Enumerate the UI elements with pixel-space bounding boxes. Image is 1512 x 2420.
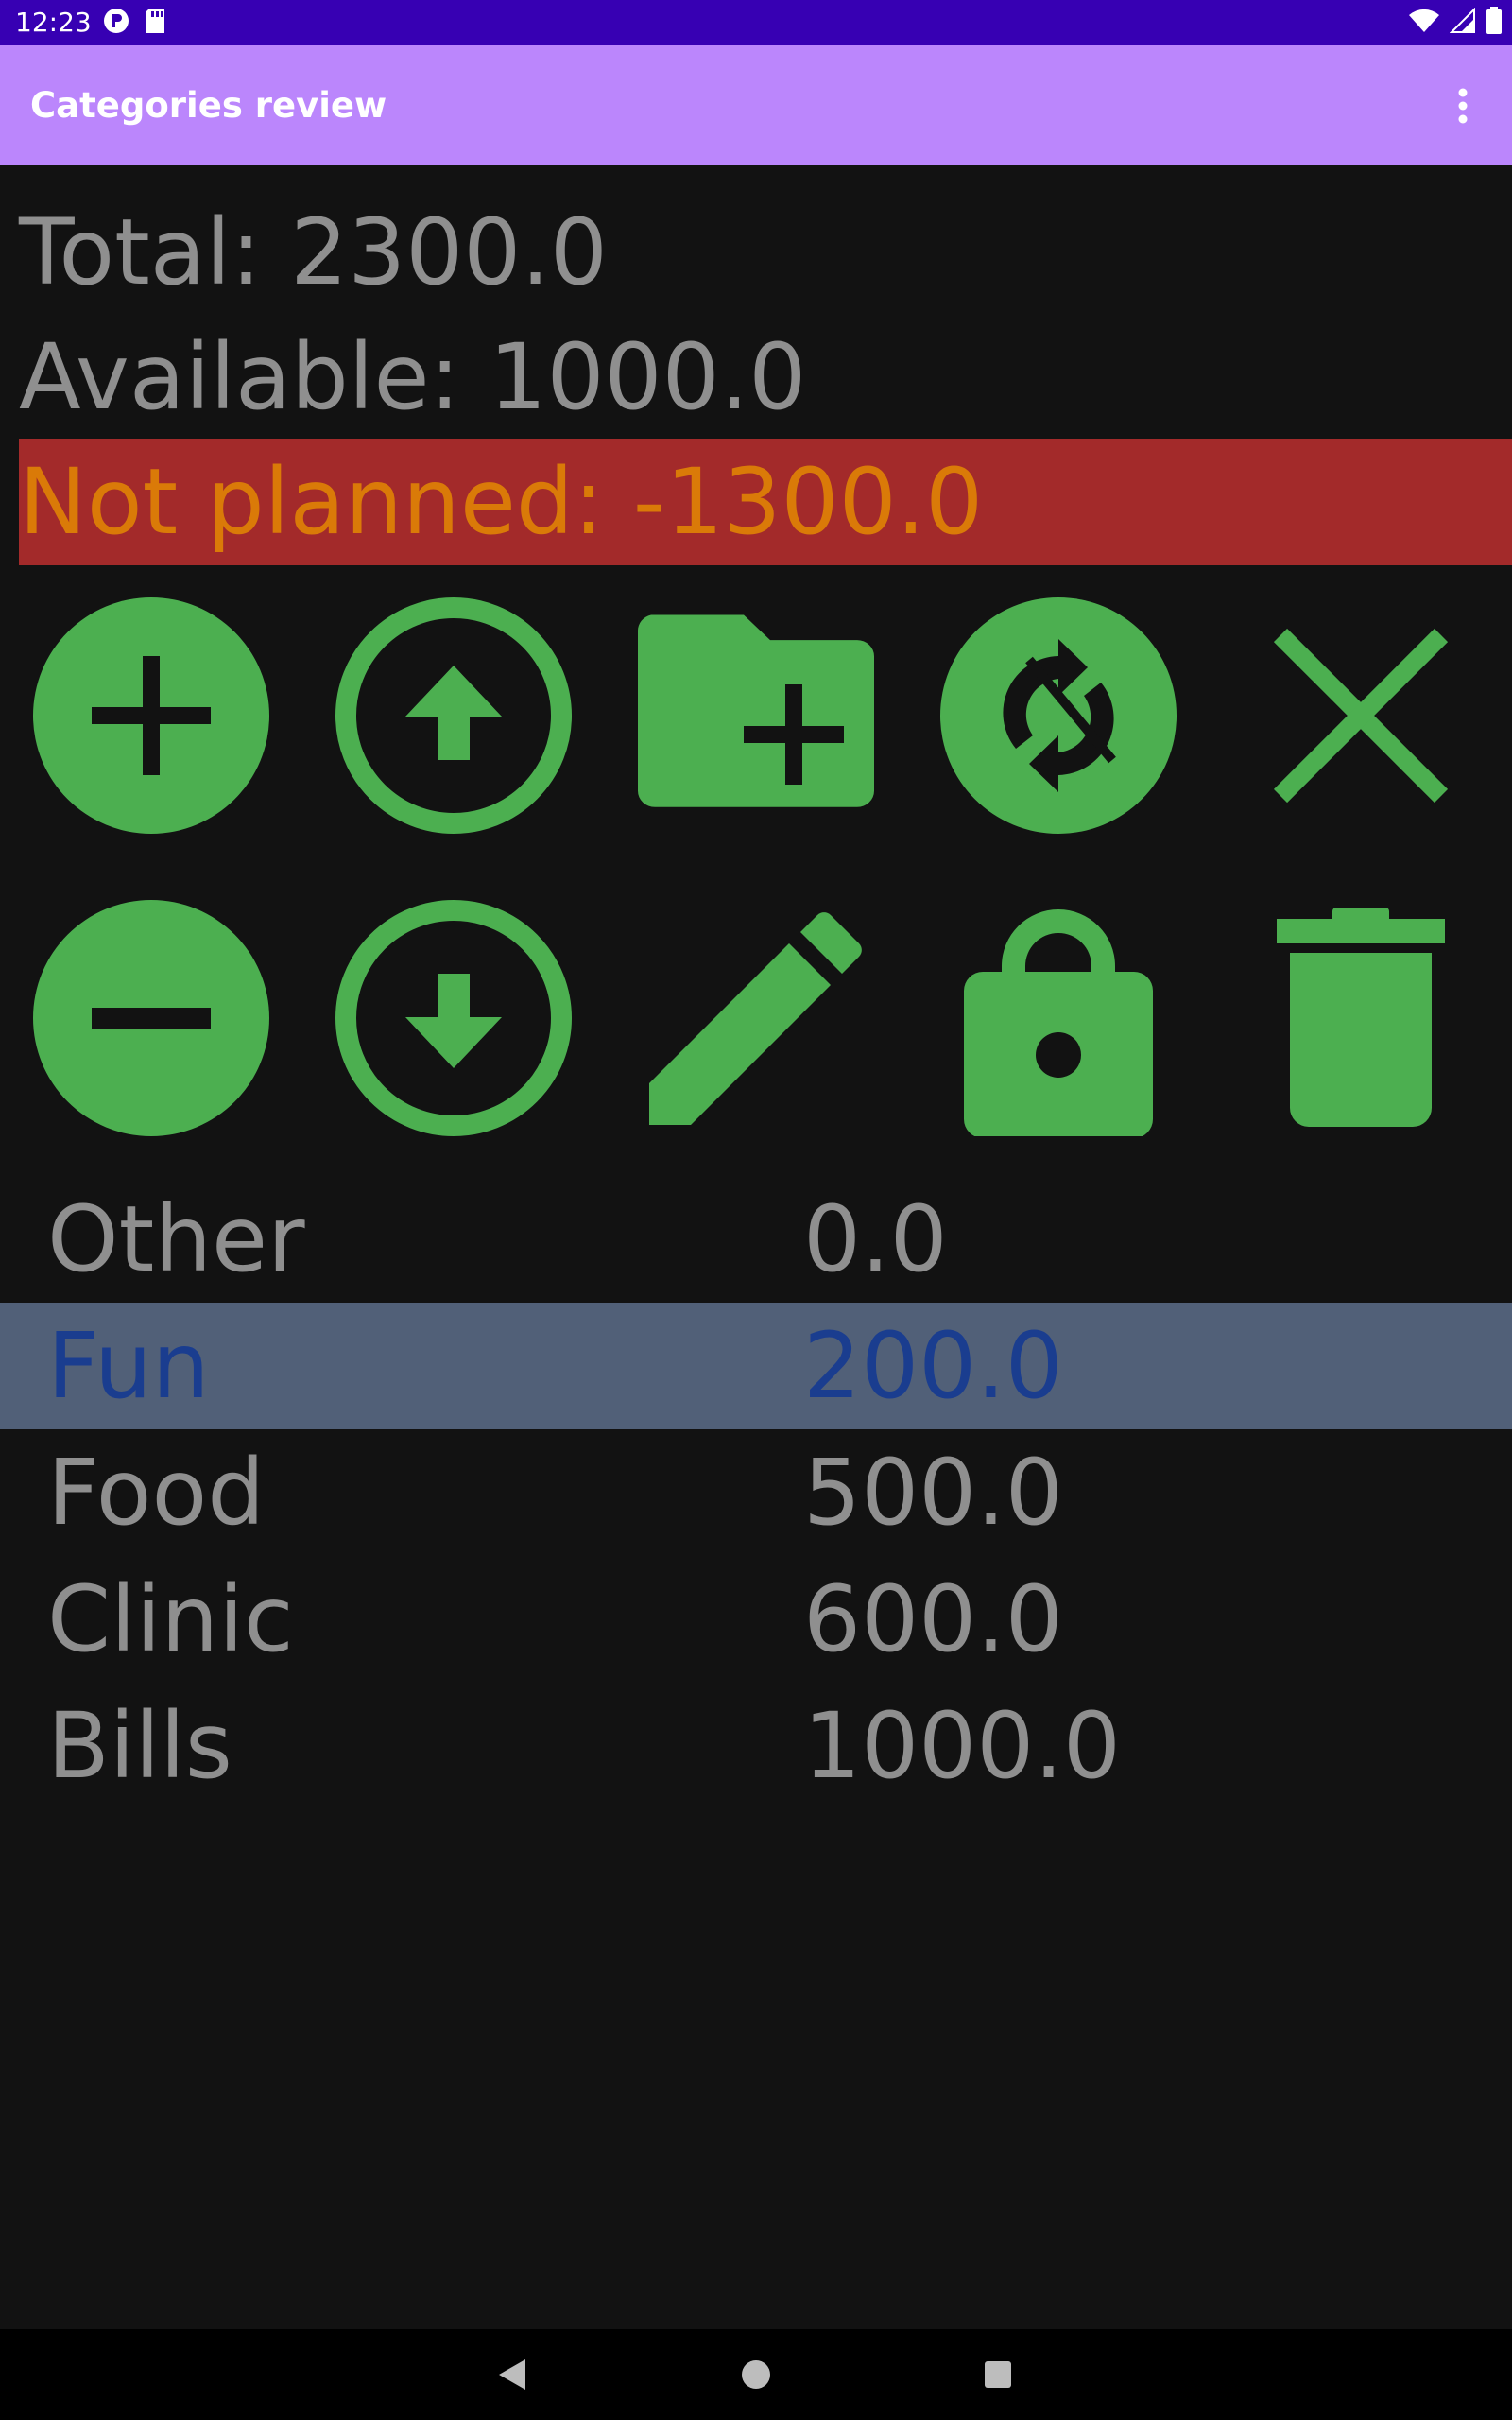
category-amount: 1000.0 [803,1693,1121,1799]
list-item[interactable]: Fun 200.0 [0,1303,1512,1429]
list-item[interactable]: Food 500.0 [0,1429,1512,1556]
create-folder-icon [638,614,874,807]
remove-category-button[interactable] [33,900,269,1136]
category-name: Fun [47,1313,210,1419]
page-title: Categories review [30,85,387,126]
delete-icon [1277,908,1445,1127]
sd-card-icon [144,7,166,39]
lock-icon [964,909,1153,1136]
category-name: Clinic [47,1566,294,1672]
category-name: Other [47,1186,305,1292]
sync-icon [940,597,1177,834]
edit-pencil-icon [649,912,862,1125]
close-icon [1273,628,1449,804]
back-icon[interactable] [482,2346,542,2403]
category-name: Bills [47,1693,232,1799]
status-bar: 12:23 [0,0,1512,45]
not-planned-label: Not planned: -1300.0 [19,449,984,555]
total-label: Total: 2300.0 [19,199,608,305]
navigation-bar [0,2329,1512,2420]
recents-icon[interactable] [968,2346,1028,2403]
add-circle-icon [33,597,269,834]
move-up-button[interactable] [335,597,572,834]
category-amount: 500.0 [803,1440,1063,1546]
add-category-button[interactable] [33,597,269,834]
status-time: 12:23 [15,7,92,38]
move-down-button[interactable] [335,900,572,1136]
create-folder-button[interactable] [638,597,874,834]
category-amount: 0.0 [803,1186,948,1292]
sync-button[interactable] [940,597,1177,834]
arrow-down-circle-icon [335,900,572,1136]
not-planned-banner: Not planned: -1300.0 [19,439,1512,565]
app-bar: Categories review [0,45,1512,165]
signal-icon [1449,7,1476,38]
wifi-icon [1408,8,1440,38]
available-label: Available: 1000.0 [19,324,807,430]
edit-button[interactable] [638,900,874,1136]
more-vert-icon[interactable] [1433,76,1493,136]
arrow-up-circle-icon [335,597,572,834]
home-icon[interactable] [726,2346,786,2403]
list-item[interactable]: Clinic 600.0 [0,1556,1512,1683]
close-button[interactable] [1243,597,1479,834]
delete-button[interactable] [1243,900,1479,1136]
lock-button[interactable] [940,900,1177,1136]
notification-app-icon [102,7,130,39]
remove-circle-icon [33,900,269,1136]
category-amount: 600.0 [803,1566,1063,1672]
list-item[interactable]: Other 0.0 [0,1176,1512,1303]
list-item[interactable]: Bills 1000.0 [0,1683,1512,1809]
category-name: Food [47,1440,266,1546]
category-amount: 200.0 [803,1313,1063,1419]
battery-icon [1486,7,1503,39]
